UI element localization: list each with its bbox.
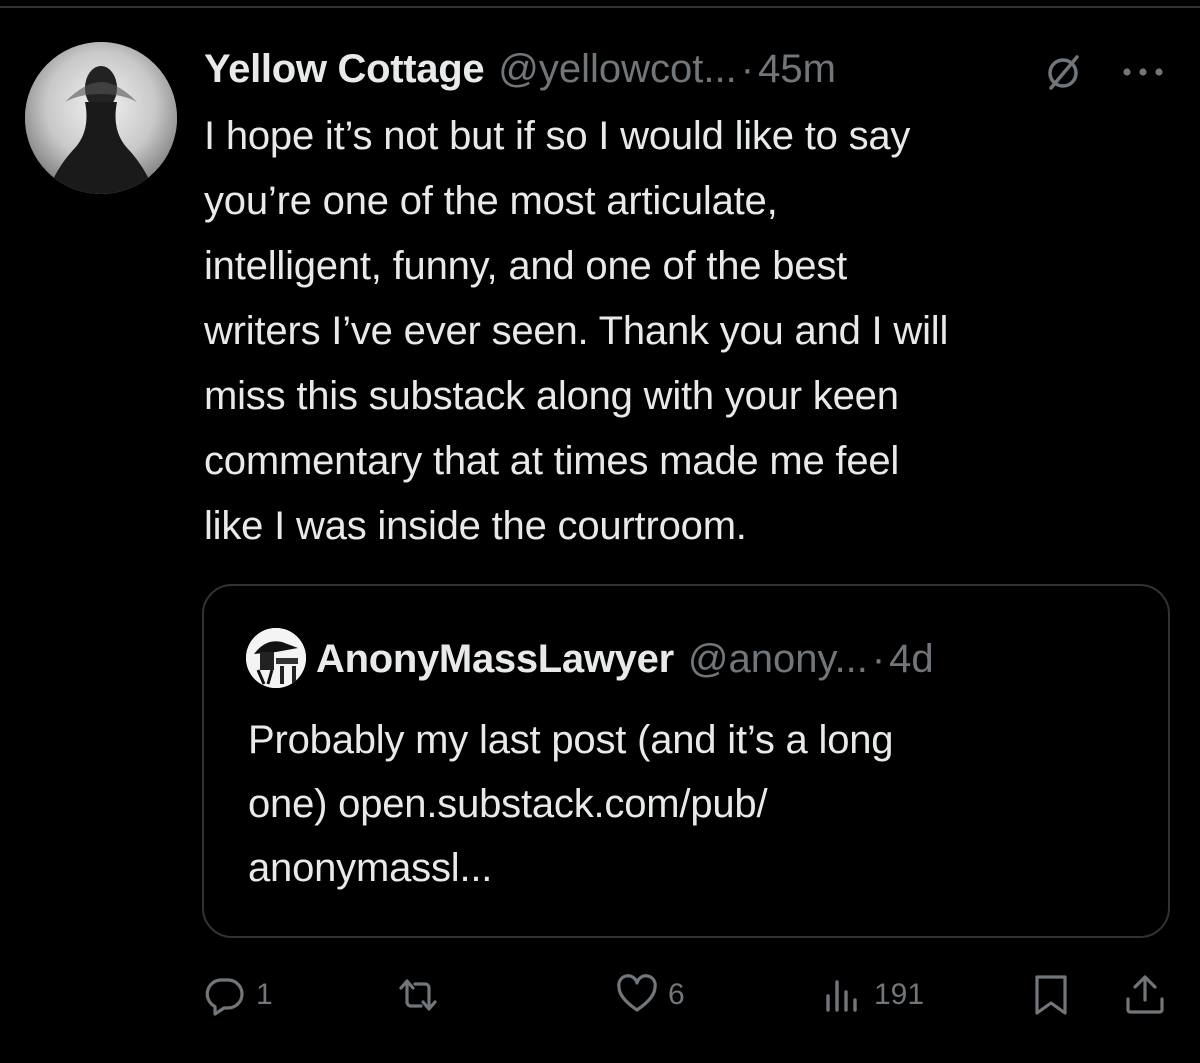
top-divider: [0, 6, 1200, 8]
quote-author-handle[interactable]: @anony...: [688, 637, 868, 682]
bookmark-icon: [1028, 972, 1074, 1018]
like-button[interactable]: 6: [614, 972, 685, 1018]
retweet-button[interactable]: [395, 972, 449, 1018]
tweet-text: I hope it’s not but if so I would like t…: [204, 114, 949, 548]
like-count: 6: [668, 978, 685, 1011]
heart-icon: [614, 972, 660, 1018]
quote-header: AnonyMassLawyer @anony... · 4d: [316, 634, 934, 684]
separator-dot: ·: [740, 46, 755, 91]
reply-button[interactable]: 1: [202, 972, 273, 1018]
views-button[interactable]: 191: [820, 972, 924, 1018]
grok-icon[interactable]: [1043, 52, 1083, 92]
quote-author-name[interactable]: AnonyMassLawyer: [316, 637, 674, 682]
timestamp[interactable]: 45m: [758, 47, 836, 92]
avatar[interactable]: [25, 42, 177, 194]
quoted-tweet-card[interactable]: AnonyMassLawyer @anony... · 4d Probably …: [202, 584, 1170, 938]
reply-icon: [202, 972, 248, 1018]
quote-separator-dot: ·: [871, 636, 886, 681]
author-name[interactable]: Yellow Cottage: [204, 47, 485, 92]
author-handle[interactable]: @yellowcot...: [498, 47, 736, 92]
more-icon[interactable]: [1118, 60, 1168, 84]
share-icon: [1122, 972, 1168, 1018]
tweet-header: Yellow Cottage @yellowcot... · 45m: [204, 44, 836, 94]
bookmark-button[interactable]: [1028, 972, 1074, 1018]
quote-timestamp[interactable]: 4d: [889, 637, 934, 682]
views-icon: [820, 972, 866, 1018]
quote-text: Probably my last post (and it’s a long o…: [248, 718, 894, 890]
retweet-icon: [395, 972, 441, 1018]
quote-avatar[interactable]: [246, 628, 306, 688]
views-count: 191: [874, 978, 925, 1011]
share-button[interactable]: [1122, 972, 1168, 1018]
reply-count: 1: [256, 978, 273, 1011]
